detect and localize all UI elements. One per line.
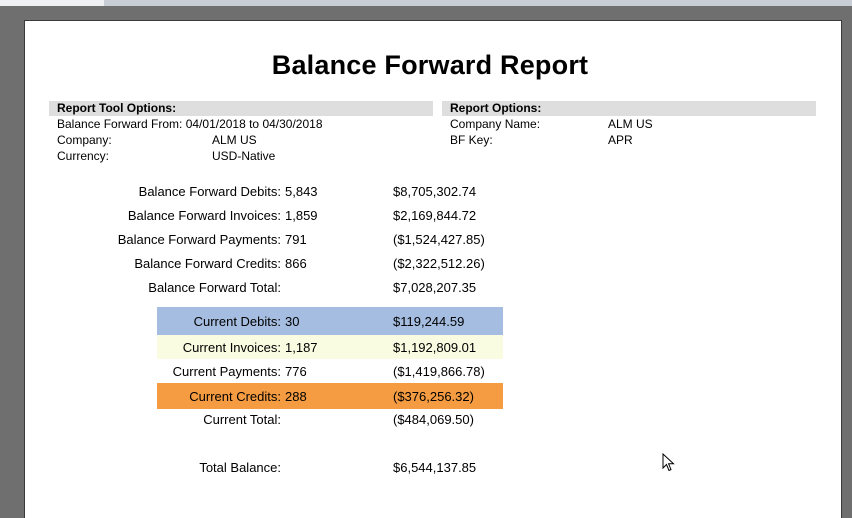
- report-options: Report Options: Company Name: ALM US BF …: [442, 101, 816, 148]
- row-count: 866: [285, 256, 307, 271]
- row-amount: ($376,256.32): [393, 389, 474, 404]
- row-amount: $2,169,844.72: [393, 208, 477, 223]
- row-count: 30: [285, 314, 300, 329]
- row-count: 791: [285, 232, 307, 247]
- row-label: Balance Forward Credits:: [134, 256, 281, 271]
- bf-key-value: APR: [608, 133, 633, 147]
- current-total-row: Current Total: ($484,069.50): [157, 407, 503, 431]
- bf-from-line: Balance Forward From: 04/01/2018 to 04/3…: [49, 116, 433, 132]
- row-label: Current Payments:: [172, 364, 281, 379]
- current-credits-row: Current Credits: 288 ($376,256.32): [157, 383, 503, 409]
- report-viewer[interactable]: Balance Forward Report Report Tool Optio…: [0, 6, 852, 518]
- row-amount: $8,705,302.74: [393, 184, 477, 199]
- currency-label: Currency:: [57, 149, 110, 163]
- company-name-line: Company Name: ALM US: [442, 116, 816, 132]
- row-label: Current Credits:: [189, 389, 281, 404]
- company-name-label: Company Name:: [450, 117, 541, 131]
- row-label: Balance Forward Total:: [148, 280, 281, 295]
- currency-value: USD-Native: [212, 149, 276, 163]
- row-count: 776: [285, 364, 307, 379]
- row-amount: ($1,524,427.85): [393, 232, 485, 247]
- report-tool-options: Report Tool Options: Balance Forward Fro…: [49, 101, 433, 164]
- row-amount: $119,244.59: [393, 314, 465, 329]
- row-count: 5,843: [285, 184, 318, 199]
- company-value: ALM US: [212, 133, 257, 147]
- bf-debits-row: Balance Forward Debits: 5,843 $8,705,302…: [139, 179, 503, 203]
- company-name-value: ALM US: [608, 117, 653, 131]
- row-amount: ($484,069.50): [393, 412, 474, 427]
- total-balance-amount: $6,544,137.85: [393, 460, 477, 475]
- report-page: Balance Forward Report Report Tool Optio…: [24, 20, 842, 518]
- company-line: Company: ALM US: [49, 132, 433, 148]
- company-label: Company:: [57, 133, 112, 147]
- current-payments-row: Current Payments: 776 ($1,419,866.78): [157, 359, 503, 383]
- row-amount: $7,028,207.35: [393, 280, 477, 295]
- bf-payments-row: Balance Forward Payments: 791 ($1,524,42…: [118, 227, 503, 251]
- row-amount: $1,192,809.01: [393, 340, 477, 355]
- bf-credits-row: Balance Forward Credits: 866 ($2,322,512…: [134, 251, 503, 275]
- bf-total-row: Balance Forward Total: $7,028,207.35: [148, 275, 503, 299]
- total-balance-row: Total Balance: $6,544,137.85: [157, 455, 503, 479]
- report-options-header: Report Options:: [442, 101, 816, 116]
- row-amount: ($2,322,512.26): [393, 256, 485, 271]
- report-tool-options-header: Report Tool Options:: [49, 101, 433, 116]
- row-count: 288: [285, 389, 307, 404]
- bf-key-line: BF Key: APR: [442, 132, 816, 148]
- row-label: Balance Forward Debits:: [138, 184, 281, 199]
- bf-invoices-row: Balance Forward Invoices: 1,859 $2,169,8…: [128, 203, 503, 227]
- total-balance-label: Total Balance:: [199, 460, 281, 475]
- bf-from-text: Balance Forward From: 04/01/2018 to 04/3…: [57, 117, 323, 131]
- row-amount: ($1,419,866.78): [393, 364, 485, 379]
- current-debits-row: Current Debits: 30 $119,244.59: [157, 307, 503, 335]
- row-label: Balance Forward Payments:: [117, 232, 281, 247]
- row-label: Current Debits:: [193, 314, 281, 329]
- mouse-cursor-icon: [662, 453, 675, 472]
- current-invoices-row: Current Invoices: 1,187 $1,192,809.01: [157, 335, 503, 359]
- row-count: 1,859: [285, 208, 318, 223]
- bf-key-label: BF Key:: [450, 133, 493, 147]
- row-label: Balance Forward Invoices:: [127, 208, 281, 223]
- currency-line: Currency: USD-Native: [49, 148, 433, 164]
- row-label: Current Invoices:: [182, 340, 281, 355]
- row-count: 1,187: [285, 340, 318, 355]
- report-title: Balance Forward Report: [271, 50, 589, 80]
- row-label: Current Total:: [203, 412, 281, 427]
